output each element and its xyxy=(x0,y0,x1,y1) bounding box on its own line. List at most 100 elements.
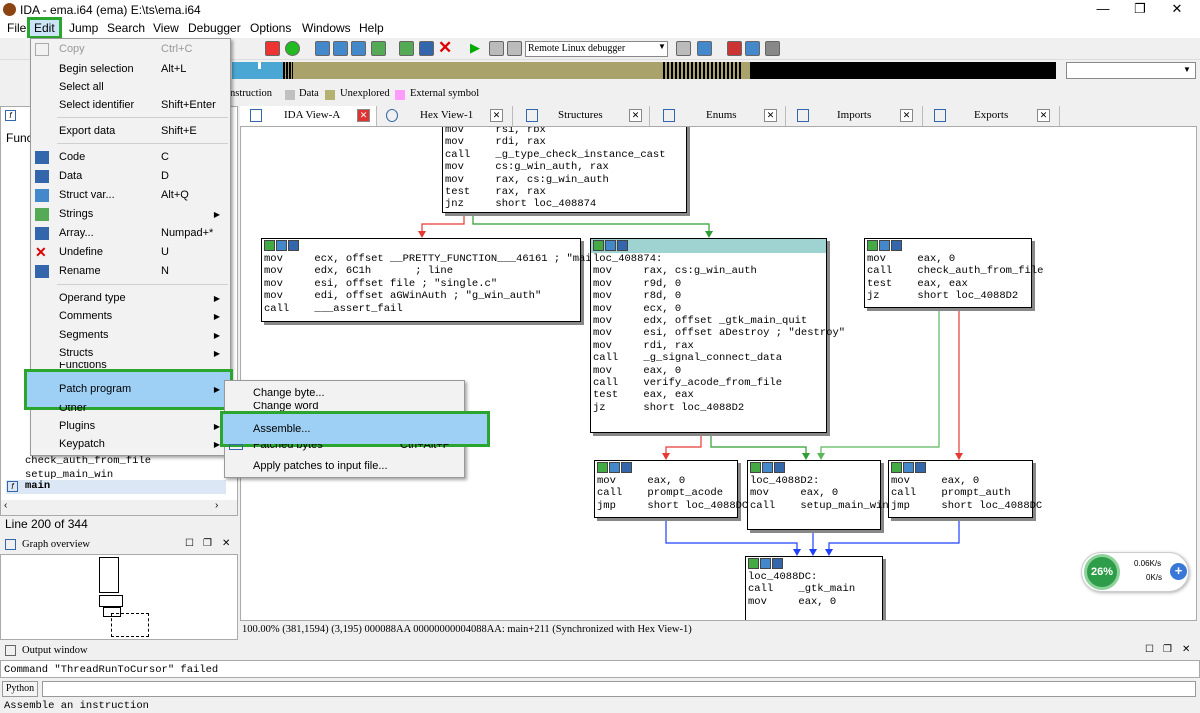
pause-icon[interactable] xyxy=(489,41,504,56)
menu-select-identifier[interactable]: Select identifier Shift+Enter xyxy=(31,96,230,115)
menu-edit[interactable]: Edit xyxy=(27,17,62,39)
menu-copy[interactable]: Copy Ctrl+C xyxy=(31,40,230,59)
tab-structures[interactable]: Structures ✕ xyxy=(514,106,650,126)
code-block-prompt-auth[interactable]: mov eax, 0 call prompt_auth jmp short lo… xyxy=(888,460,1042,518)
code-block-loc-4088dc[interactable]: loc_4088DC: call _gtk_main mov eax, 0 xyxy=(745,556,883,620)
tab-enums[interactable]: Enums ✕ xyxy=(651,106,786,126)
debug-step-icon[interactable] xyxy=(697,41,712,56)
menu-code[interactable]: Code C xyxy=(31,148,230,167)
restore-icon[interactable]: ☐ xyxy=(1145,644,1154,655)
asm-line: call verify_acode_from_file xyxy=(593,377,783,390)
graph-overview[interactable] xyxy=(0,554,238,640)
menu-undefine[interactable]: ✕ Undefine U xyxy=(31,243,230,262)
close-icon[interactable]: ✕ xyxy=(764,109,777,122)
scroll-left-icon[interactable]: ‹ xyxy=(4,500,7,511)
menu-jump[interactable]: Jump xyxy=(66,21,101,35)
menu-patch-program[interactable]: Patch program ▶ xyxy=(24,369,233,410)
menu-comments[interactable]: Comments ▶ xyxy=(31,307,230,326)
code-block-assert[interactable]: mov ecx, offset __PRETTY_FUNCTION___4616… xyxy=(261,238,604,322)
menu-patched-bytes[interactable]: Patched bytes Ctrl+Alt+P xyxy=(225,444,464,453)
menu-operand-type[interactable]: Operand type ▶ xyxy=(31,289,230,308)
code-block-loc-408874[interactable]: loc_408874: mov rax, cs:g_win_auth mov r… xyxy=(590,238,845,433)
graph-tool3-icon[interactable] xyxy=(351,41,366,56)
delete-icon[interactable]: ✕ xyxy=(438,38,452,58)
breakpoint-icon[interactable] xyxy=(265,41,280,56)
menu-apply-patches[interactable]: Apply patches to input file... xyxy=(225,457,464,476)
restore-button[interactable]: ❐ xyxy=(1120,0,1160,20)
net-speed-widget[interactable]: 26% 0.06K/s 0K/s + xyxy=(1081,552,1189,592)
menu-keypatch[interactable]: Keypatch ▶ xyxy=(31,435,230,454)
stop-icon[interactable] xyxy=(507,41,522,56)
minimize-button[interactable]: — xyxy=(1083,0,1123,20)
add-icon[interactable] xyxy=(371,41,386,56)
asm-line: mov r9d, 0 xyxy=(593,277,682,290)
menu-change-byte[interactable]: Change byte... xyxy=(225,384,464,403)
menu-debugger[interactable]: Debugger xyxy=(185,21,244,35)
close-icon[interactable]: ✕ xyxy=(629,109,642,122)
overview-viewport[interactable] xyxy=(111,613,149,637)
scroll-right-icon[interactable]: › xyxy=(215,500,218,511)
plus-icon[interactable]: + xyxy=(1170,563,1187,580)
python-button[interactable]: Python xyxy=(2,681,38,697)
close-icon[interactable]: ✕ xyxy=(900,109,913,122)
start-debug-icon[interactable]: ▶ xyxy=(470,40,480,56)
restore-icon[interactable]: ☐ xyxy=(185,538,194,549)
graph-tool2-icon[interactable] xyxy=(333,41,348,56)
chart-icon[interactable] xyxy=(419,41,434,56)
close-button[interactable]: ✕ xyxy=(1157,0,1197,20)
chevron-down-icon[interactable]: ▼ xyxy=(1183,65,1191,74)
tool-icon[interactable] xyxy=(765,41,780,56)
menu-functions[interactable]: Functions xyxy=(31,362,230,372)
watch-icon[interactable] xyxy=(745,41,760,56)
close-icon[interactable]: ✕ xyxy=(1037,109,1050,122)
code-block-top[interactable]: mov rsi, rbx mov rdi, rax call _g_type_c… xyxy=(442,127,687,213)
close-icon[interactable]: ✕ xyxy=(1182,644,1190,655)
tab-ida-view[interactable]: IDA View-A ✕ xyxy=(240,106,377,126)
float-icon[interactable]: ❐ xyxy=(1163,644,1172,655)
menu-plugins[interactable]: Plugins ▶ xyxy=(31,417,230,436)
code-block-prompt-acode[interactable]: mov eax, 0 call prompt_acode jmp short l… xyxy=(594,460,748,518)
float-icon[interactable]: ❐ xyxy=(203,538,212,549)
menu-segments[interactable]: Segments ▶ xyxy=(31,326,230,345)
function-item-selected[interactable]: main xyxy=(6,480,226,494)
close-icon[interactable]: ✕ xyxy=(357,109,370,122)
tab-exports[interactable]: Exports ✕ xyxy=(924,106,1060,126)
code-block-loc-4088d2[interactable]: loc_4088D2: mov eax, 0 call setup_main_w… xyxy=(747,460,889,530)
menu-select-all[interactable]: Select all xyxy=(31,78,230,97)
debug-option-icon[interactable] xyxy=(676,41,691,56)
menu-rename[interactable]: Rename N xyxy=(31,262,230,281)
h-scrollbar[interactable] xyxy=(1,500,237,515)
output-window[interactable]: Command "ThreadRunToCursor" failed xyxy=(0,660,1200,678)
debugger-select[interactable]: Remote Linux debugger xyxy=(525,41,668,57)
menu-windows[interactable]: Windows xyxy=(299,21,354,35)
menu-options[interactable]: Options xyxy=(247,21,294,35)
menu-strings[interactable]: Strings ▶ xyxy=(31,205,230,224)
menu-search[interactable]: Search xyxy=(104,21,148,35)
add2-icon[interactable] xyxy=(399,41,414,56)
menu-struct-var[interactable]: Struct var... Alt+Q xyxy=(31,186,230,205)
close-icon[interactable]: ✕ xyxy=(222,538,230,549)
python-input[interactable] xyxy=(42,681,1196,697)
menu-change-word[interactable]: Change word xyxy=(225,402,464,412)
menu-structs[interactable]: Structs ▶ xyxy=(31,344,230,363)
menu-data[interactable]: Data D xyxy=(31,167,230,186)
chevron-down-icon[interactable]: ▼ xyxy=(658,42,666,51)
menu-begin-selection[interactable]: Begin selection Alt+L xyxy=(31,60,230,79)
breakpoint-list-icon[interactable] xyxy=(727,41,742,56)
menu-file[interactable]: File xyxy=(4,21,29,35)
menu-assemble[interactable]: Assemble... xyxy=(220,411,490,447)
function-item[interactable]: check_auth_from_file xyxy=(25,455,151,467)
menu-view[interactable]: View xyxy=(150,21,182,35)
code-block-check-auth[interactable]: mov eax, 0 call check_auth_from_file tes… xyxy=(864,238,1043,308)
close-icon[interactable]: ✕ xyxy=(490,109,503,122)
graph-tool-icon[interactable] xyxy=(315,41,330,56)
run-icon[interactable] xyxy=(285,41,300,56)
tab-imports[interactable]: Imports ✕ xyxy=(787,106,923,126)
graph-view[interactable]: mov rsi, rbx mov rdi, rax call _g_type_c… xyxy=(240,126,1197,621)
menu-help[interactable]: Help xyxy=(356,21,387,35)
menu-other[interactable]: Other xyxy=(31,405,230,415)
menu-array[interactable]: Array... Numpad+* xyxy=(31,224,230,243)
menu-export-data[interactable]: Export data Shift+E xyxy=(31,122,230,141)
tab-hex-view[interactable]: Hex View-1 ✕ xyxy=(378,106,513,126)
nav-segment-select[interactable] xyxy=(1066,62,1196,79)
